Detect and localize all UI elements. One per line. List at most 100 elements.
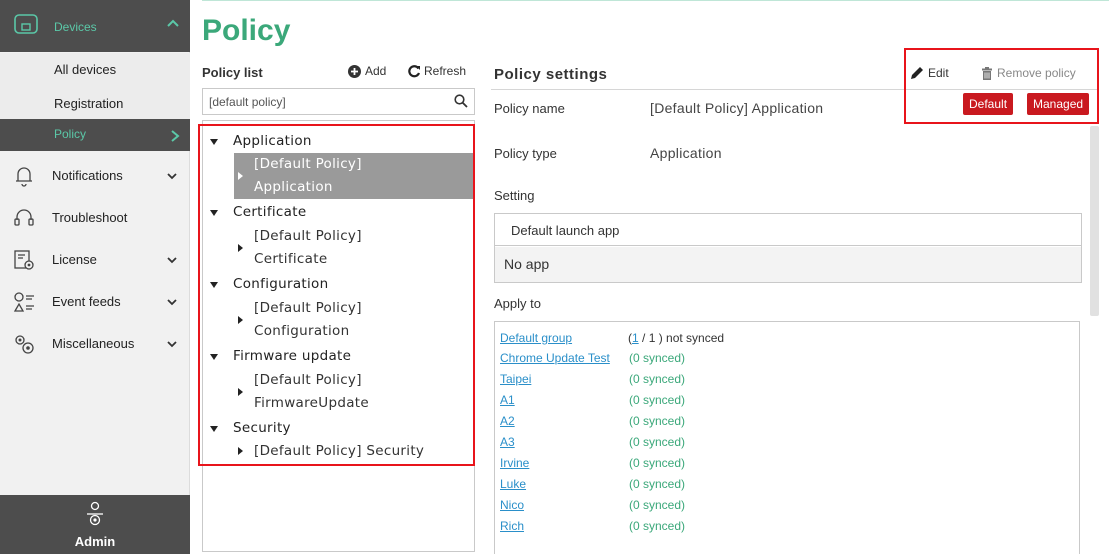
group-link[interactable]: Rich (500, 519, 524, 533)
caret-right-icon (238, 388, 243, 396)
tree-item-label-line2: Configuration (254, 323, 350, 339)
policy-name-label: Policy name (494, 101, 565, 116)
apply-to-row: Irvine (0 synced) (495, 453, 1075, 473)
sidebar-item-license[interactable]: License (0, 239, 190, 281)
tree-item-default-configuration[interactable]: [Default Policy] Configuration (234, 297, 473, 343)
setting-label: Setting (494, 188, 535, 203)
tree-group-label: Firmware update (233, 348, 352, 364)
tree-group-label: Application (233, 133, 312, 149)
tree-item-label-line2: Application (254, 179, 333, 195)
policy-search-input[interactable] (203, 89, 448, 114)
chevron-down-icon[interactable] (166, 170, 178, 182)
sync-suffix: / 1 ) not synced (638, 331, 725, 345)
group-link[interactable]: Nico (500, 498, 524, 512)
sidebar-item-all-devices[interactable]: All devices (0, 53, 190, 87)
license-icon (14, 250, 34, 270)
synced-count-link[interactable]: 1 (632, 331, 639, 345)
setting-value: No app (495, 247, 1081, 282)
tree-item-default-application[interactable]: [Default Policy] Application (234, 153, 473, 199)
page-title: Policy (202, 14, 291, 47)
chevron-up-icon[interactable] (165, 15, 181, 31)
policy-search (202, 88, 475, 115)
group-link[interactable]: A1 (500, 393, 515, 407)
sidebar-item-notifications[interactable]: Notifications (0, 155, 190, 197)
refresh-icon (408, 64, 421, 77)
caret-right-icon (238, 244, 243, 252)
policy-type-label: Policy type (494, 146, 557, 161)
tree-item-label-line1: [Default Policy] (254, 372, 362, 388)
sidebar-item-devices[interactable]: Devices (0, 0, 190, 52)
gears-icon (15, 335, 34, 354)
tree-group-label: Configuration (233, 276, 329, 292)
apply-to-row: Nico (0 synced) (495, 495, 1075, 515)
policy-name-value: [Default Policy] Application (650, 100, 824, 116)
apply-to-row: Luke (0 synced) (495, 474, 1075, 494)
bell-icon (16, 167, 32, 187)
policy-settings-title: Policy settings (494, 66, 608, 83)
refresh-button[interactable]: Refresh (408, 64, 466, 78)
chevron-right-icon (171, 130, 180, 142)
apply-to-row: Chrome Update Test (0 synced) (495, 348, 1075, 368)
scrollbar[interactable] (1090, 126, 1099, 316)
policy-list-title: Policy list (202, 65, 263, 80)
group-link[interactable]: A3 (500, 435, 515, 449)
apply-to-row: Rich (0 synced) (495, 516, 1075, 536)
chevron-down-icon[interactable] (166, 254, 178, 266)
sidebar-item-label: License (52, 252, 97, 267)
admin-button[interactable]: Admin (0, 495, 190, 554)
group-link[interactable]: Chrome Update Test (500, 351, 610, 365)
refresh-label: Refresh (424, 64, 467, 78)
tree-item-default-firmwareupdate[interactable]: [Default Policy] FirmwareUpdate (234, 369, 473, 415)
sidebar-item-policy[interactable]: Policy (0, 119, 190, 151)
headset-icon (14, 209, 34, 226)
tree-item-label-line2: Certificate (254, 251, 328, 267)
sidebar-item-miscellaneous[interactable]: Miscellaneous (0, 323, 190, 365)
sidebar-item-label: Devices (54, 20, 97, 34)
sidebar-item-troubleshoot[interactable]: Troubleshoot (0, 197, 190, 239)
apply-to-row: A2 (0 synced) (495, 411, 1075, 431)
sidebar-item-label: Policy (54, 127, 87, 141)
setting-panel: Default launch app No app (494, 213, 1082, 283)
sync-status: (1 / 1 ) not synced (628, 331, 724, 345)
tree-group-label: Security (233, 420, 291, 436)
chevron-down-icon[interactable] (166, 338, 178, 350)
caret-right-icon (238, 172, 243, 180)
group-link[interactable]: Default group (500, 331, 572, 345)
admin-label: Admin (74, 534, 116, 549)
add-policy-button[interactable]: Add (348, 64, 386, 78)
sidebar: Devices All devices Registration Policy … (0, 0, 190, 554)
chevron-down-icon[interactable] (166, 296, 178, 308)
caret-down-icon (210, 139, 218, 145)
tree-item-default-security[interactable]: [Default Policy] Security (234, 440, 473, 463)
apply-to-row: A3 (0 synced) (495, 432, 1075, 452)
caret-right-icon (238, 316, 243, 324)
caret-right-icon (238, 447, 243, 455)
group-link[interactable]: Luke (500, 477, 526, 491)
sync-status: (0 synced) (629, 456, 686, 470)
event-feeds-icon (13, 292, 34, 312)
sidebar-item-label: Notifications (52, 168, 123, 183)
sidebar-item-label: Troubleshoot (52, 210, 128, 225)
top-divider (202, 0, 1109, 1)
apply-to-row: Default group (1 / 1 ) not synced (495, 328, 1075, 348)
group-link[interactable]: Taipei (500, 372, 531, 386)
group-link[interactable]: A2 (500, 414, 515, 428)
setting-header: Default launch app (495, 214, 1081, 246)
sidebar-item-registration[interactable]: Registration (0, 87, 190, 121)
sidebar-item-event-feeds[interactable]: Event feeds (0, 281, 190, 323)
sidebar-item-label: All devices (54, 62, 117, 77)
admin-user-icon (87, 501, 103, 526)
tree-item-label-line1: [Default Policy] (254, 228, 362, 244)
sync-status: (0 synced) (629, 519, 686, 533)
policy-type-value: Application (650, 145, 722, 161)
tree-item-label-line1: [Default Policy] Security (254, 443, 425, 459)
tree-item-default-certificate[interactable]: [Default Policy] Certificate (234, 225, 473, 271)
caret-down-icon (210, 354, 218, 360)
group-link[interactable]: Irvine (500, 456, 529, 470)
tree-group-label: Certificate (233, 204, 307, 220)
search-icon[interactable] (454, 94, 468, 108)
apply-to-list: Default group (1 / 1 ) not synced Chrome… (494, 321, 1080, 554)
sidebar-item-label: Miscellaneous (52, 336, 135, 351)
device-icon (14, 14, 38, 34)
tree-item-label-line1: [Default Policy] (254, 300, 362, 316)
